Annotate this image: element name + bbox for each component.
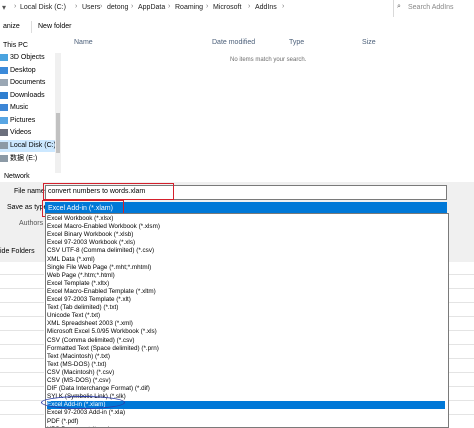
breadcrumb-appdata[interactable]: AppData — [138, 4, 165, 11]
search-placeholder: Search AddIns — [408, 4, 454, 11]
nav-label: Videos — [10, 129, 32, 136]
breadcrumb-roaming[interactable]: Roaming — [175, 4, 203, 11]
nav-label: This PC — [3, 42, 28, 49]
file-name-label: File name: — [14, 188, 47, 195]
toolbar-divider — [31, 21, 32, 33]
save-type-option[interactable]: Microsoft Excel 5.0/95 Workbook (*.xls) — [47, 328, 157, 336]
separator-icon: › — [248, 3, 251, 10]
separator-icon: › — [131, 3, 134, 10]
separator-icon: › — [75, 3, 78, 10]
nav-label: Local Disk (C:) — [10, 142, 56, 149]
new-folder-button[interactable]: New folder — [38, 23, 71, 30]
hide-folders-button[interactable]: ide Folders — [0, 248, 35, 255]
separator-icon: › — [14, 3, 17, 10]
save-type-option[interactable]: Excel Template (*.xltx) — [47, 280, 109, 288]
save-type-option[interactable]: PDF (*.pdf) — [47, 418, 79, 426]
save-type-option[interactable]: Excel 97-2003 Add-in (*.xla) — [47, 409, 125, 417]
nav-pictures[interactable]: Pictures — [0, 115, 35, 127]
column-size[interactable]: Size — [362, 39, 376, 46]
nav-downloads[interactable]: Downloads — [0, 90, 45, 102]
save-type-option[interactable]: Excel 97-2003 Template (*.xlt) — [47, 296, 131, 304]
nav-label: Documents — [10, 79, 46, 86]
save-type-option[interactable]: CSV (Macintosh) (*.csv) — [47, 369, 114, 377]
annotation-red-box — [43, 183, 174, 200]
column-name[interactable]: Name — [74, 39, 93, 46]
save-type-option[interactable]: CSV (Comma delimited) (*.csv) — [47, 337, 134, 345]
save-type-option[interactable]: Excel Macro-Enabled Workbook (*.xlsm) — [47, 223, 160, 231]
back-arrow-icon[interactable]: ▾ — [2, 3, 6, 12]
save-type-option[interactable]: Single File Web Page (*.mht;*.mhtml) — [47, 264, 151, 272]
save-type-option[interactable]: Web Page (*.htm;*.html) — [47, 272, 115, 280]
column-date-modified[interactable]: Date modified — [212, 39, 255, 46]
empty-message: No items match your search. — [230, 57, 307, 63]
save-type-option[interactable]: Excel 97-2003 Workbook (*.xls) — [47, 239, 135, 247]
nav-videos[interactable]: Videos — [0, 127, 31, 139]
save-type-option[interactable]: XML Spreadsheet 2003 (*.xml) — [47, 320, 133, 328]
nav-local-disk[interactable]: Local Disk (C:) — [0, 140, 56, 152]
cube-icon — [0, 53, 8, 61]
save-as-type-dropdown[interactable]: Excel Workbook (*.xlsx) Excel Macro-Enabl… — [45, 213, 449, 428]
command-bar: anize New folder — [0, 18, 474, 36]
separator-icon: › — [206, 3, 209, 10]
annotation-blue-ellipse — [41, 396, 125, 409]
breadcrumb-users[interactable]: Users — [82, 4, 100, 11]
drive-icon — [0, 154, 8, 162]
nav-documents[interactable]: Documents — [0, 77, 45, 89]
save-type-option[interactable]: Text (Macintosh) (*.txt) — [47, 353, 110, 361]
search-box[interactable]: ⌕ Search AddIns — [393, 0, 474, 17]
save-type-option[interactable]: XML Data (*.xml) — [47, 256, 95, 264]
nav-music[interactable]: Music — [0, 102, 28, 114]
save-type-option[interactable]: CSV (MS-DOS) (*.csv) — [47, 377, 111, 385]
nav-network[interactable]: Network — [4, 173, 30, 180]
save-type-option[interactable]: Text (MS-DOS) (*.txt) — [47, 361, 106, 369]
nav-label: Pictures — [10, 117, 36, 124]
download-icon — [0, 91, 8, 99]
drive-icon — [0, 141, 8, 149]
nav-3d-objects[interactable]: 3D Objects — [0, 52, 45, 64]
nav-label: 3D Objects — [10, 54, 45, 61]
address-bar[interactable]: ▾ › Local Disk (C:) › Users › detong › A… — [0, 0, 474, 19]
save-type-option[interactable]: Unicode Text (*.txt) — [47, 312, 100, 320]
video-icon — [0, 128, 8, 136]
pictures-icon — [0, 116, 8, 124]
save-type-option[interactable]: DIF (Data Interchange Format) (*.dif) — [47, 385, 150, 393]
nav-label: Music — [10, 104, 29, 111]
separator-icon: › — [100, 3, 103, 10]
nav-data-drive[interactable]: 数据 (E:) — [0, 153, 37, 165]
save-type-option[interactable]: Excel Macro-Enabled Template (*.xltm) — [47, 288, 156, 296]
search-icon: ⌕ — [397, 3, 401, 10]
save-type-option[interactable]: CSV UTF-8 (Comma delimited) (*.csv) — [47, 247, 154, 255]
file-list-header: Name Date modified Type Size — [68, 36, 474, 50]
save-type-option[interactable]: Formatted Text (Space delimited) (*.prn) — [47, 345, 159, 353]
scrollbar-thumb[interactable] — [56, 113, 60, 153]
nav-this-pc[interactable]: This PC — [3, 40, 28, 52]
breadcrumb-local-disk[interactable]: Local Disk (C:) — [20, 4, 66, 11]
breadcrumb-microsoft[interactable]: Microsoft — [213, 4, 241, 11]
navigation-pane: This PC 3D Objects Desktop Documents Dow… — [0, 36, 62, 172]
documents-icon — [0, 78, 8, 86]
desktop-icon — [0, 66, 8, 74]
column-type[interactable]: Type — [289, 39, 304, 46]
nav-desktop[interactable]: Desktop — [0, 65, 36, 77]
save-type-option[interactable]: Excel Workbook (*.xlsx) — [47, 215, 113, 223]
background-grid-left — [0, 262, 44, 426]
save-type-option[interactable]: Text (Tab delimited) (*.txt) — [47, 304, 118, 312]
music-icon — [0, 103, 8, 111]
nav-scrollbar[interactable] — [55, 53, 61, 173]
authors-label: Authors — [19, 220, 44, 227]
separator-icon: › — [282, 3, 285, 10]
breadcrumb-detong[interactable]: detong — [107, 4, 128, 11]
nav-label: 数据 (E:) — [10, 155, 38, 162]
nav-label: Downloads — [10, 92, 45, 99]
save-type-option[interactable]: Excel Binary Workbook (*.xlsb) — [47, 231, 133, 239]
nav-label: Desktop — [10, 67, 36, 74]
background-grid-right — [448, 262, 474, 426]
breadcrumb-addins[interactable]: AddIns — [255, 4, 277, 11]
organize-button[interactable]: anize — [3, 23, 20, 30]
separator-icon: › — [168, 3, 171, 10]
